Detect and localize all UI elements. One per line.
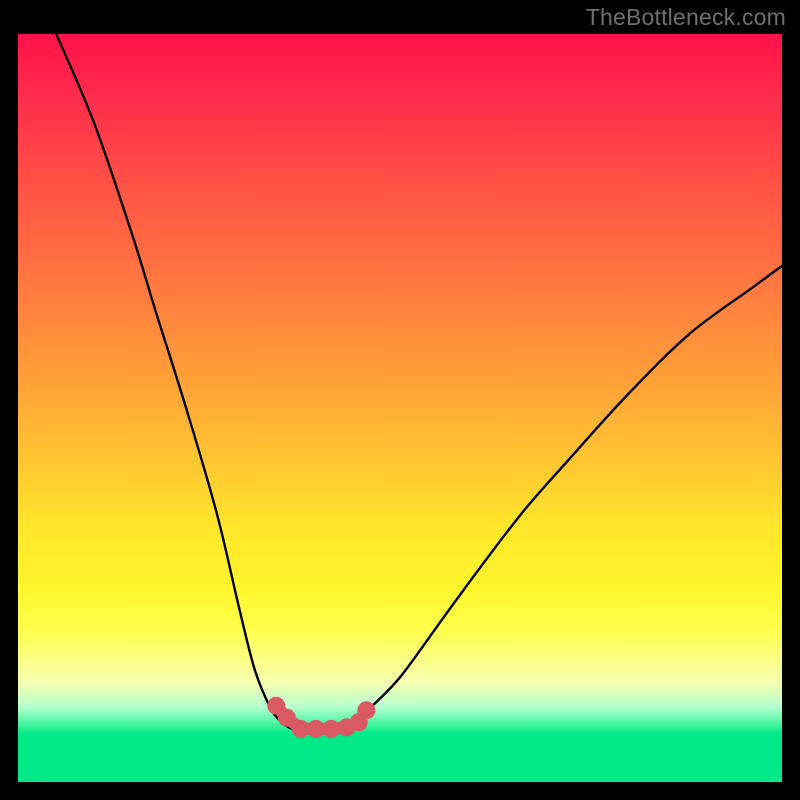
chart-gradient-background [18, 34, 782, 782]
bottleneck-marker-dots [267, 697, 375, 738]
bottleneck-curve-line [56, 34, 782, 730]
chart-svg [18, 34, 782, 782]
watermark-text: TheBottleneck.com [586, 4, 786, 31]
marker-dot [357, 701, 375, 719]
marker-dot [322, 720, 340, 738]
chart-frame [12, 28, 788, 788]
